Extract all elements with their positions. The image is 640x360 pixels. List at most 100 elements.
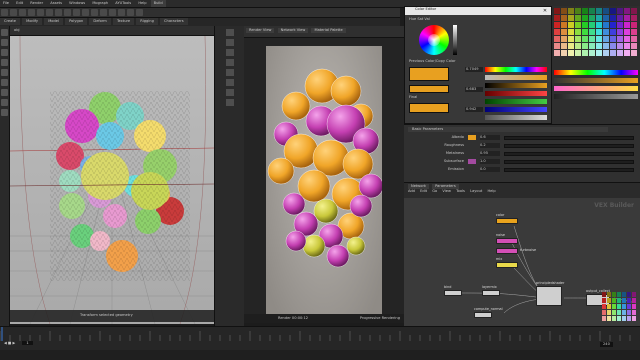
palette-swatch[interactable] (610, 22, 616, 28)
alpha-slider[interactable] (485, 115, 547, 120)
palette-swatch[interactable] (617, 304, 621, 309)
select-tool-icon[interactable] (1, 29, 8, 36)
palette-swatch[interactable] (589, 43, 595, 49)
shelf-tool-icon[interactable] (28, 9, 35, 16)
param-slider[interactable] (504, 152, 634, 156)
palette-swatch[interactable] (568, 50, 574, 56)
shelf-tool-icon[interactable] (100, 9, 107, 16)
gradient-ramp[interactable] (554, 86, 638, 91)
gradient-ramp[interactable] (554, 94, 638, 99)
palette-swatch[interactable] (603, 8, 609, 14)
view-tool-icon[interactable] (1, 89, 8, 96)
menu-help[interactable]: Help (135, 0, 149, 7)
palette-swatch[interactable] (603, 50, 609, 56)
tab-modify[interactable]: Modify (22, 18, 43, 25)
palette-swatch[interactable] (561, 29, 567, 35)
palette-swatch[interactable] (603, 36, 609, 42)
palette-swatch[interactable] (602, 292, 606, 297)
shelf-tool-icon[interactable] (109, 9, 116, 16)
move-tool-icon[interactable] (1, 39, 8, 46)
display-option-icon[interactable] (225, 79, 234, 86)
tab-network-view[interactable]: Network View (277, 28, 309, 33)
palette-swatch[interactable] (627, 316, 631, 321)
palette-swatch[interactable] (612, 304, 616, 309)
play-icon[interactable]: ▶ (12, 341, 15, 345)
palette-swatch[interactable] (631, 29, 637, 35)
blue-slider[interactable] (485, 107, 547, 112)
palette-swatch[interactable] (632, 292, 636, 297)
palette-swatch[interactable] (612, 310, 616, 315)
palette-swatch[interactable] (589, 29, 595, 35)
scene-viewport[interactable] (10, 36, 214, 324)
palette-swatch[interactable] (627, 298, 631, 303)
param-value[interactable]: 0.6 (480, 135, 500, 140)
network-editor[interactable]: VEX Builder color noise turbnoise mix bi… (404, 198, 640, 326)
shelf-tool-icon[interactable] (46, 9, 53, 16)
val-value[interactable]: 0.942 (465, 107, 483, 112)
palette-swatch[interactable] (617, 310, 621, 315)
display-option-icon[interactable] (225, 49, 234, 56)
palette-swatch[interactable] (575, 8, 581, 14)
play-back-icon[interactable]: ◀ (4, 341, 7, 345)
palette-swatch[interactable] (607, 292, 611, 297)
palette-grid[interactable] (552, 6, 640, 66)
palette-swatch[interactable] (582, 8, 588, 14)
palette-swatch[interactable] (612, 316, 616, 321)
display-option-icon[interactable] (225, 69, 234, 76)
gradient-ramp[interactable] (554, 70, 638, 75)
palette-swatch[interactable] (627, 310, 631, 315)
palette-swatch[interactable] (631, 15, 637, 21)
palette-swatch[interactable] (596, 50, 602, 56)
display-option-icon[interactable] (225, 99, 234, 106)
timeline[interactable]: ◀ ■ ▶ 1 240 (0, 326, 640, 350)
tab-deform[interactable]: Deform (89, 18, 111, 25)
param-color-swatch[interactable] (468, 135, 476, 140)
palette-swatch[interactable] (624, 43, 630, 49)
node-bind[interactable] (444, 290, 462, 296)
pose-tool-icon[interactable] (1, 79, 8, 86)
palette-swatch[interactable] (622, 310, 626, 315)
param-slider[interactable] (504, 160, 634, 164)
palette-swatch[interactable] (631, 36, 637, 42)
palette-swatch[interactable] (596, 22, 602, 28)
render-view[interactable]: Render 00:00:12 Progressive Rendering (244, 38, 404, 323)
shelf-tool-icon[interactable] (1, 9, 8, 16)
palette-swatch[interactable] (617, 50, 623, 56)
param-slider[interactable] (504, 136, 634, 140)
palette-swatch[interactable] (610, 36, 616, 42)
palette-swatch[interactable] (575, 15, 581, 21)
node-color-palette[interactable] (600, 290, 640, 324)
param-value[interactable]: 0.2 (480, 143, 500, 148)
palette-swatch[interactable] (568, 8, 574, 14)
palette-swatch[interactable] (632, 316, 636, 321)
palette-swatch[interactable] (632, 298, 636, 303)
tab-render-view[interactable]: Render View (246, 28, 275, 33)
palette-swatch[interactable] (582, 15, 588, 21)
palette-swatch[interactable] (582, 36, 588, 42)
net-menu-tools[interactable]: Tools (456, 189, 465, 193)
palette-swatch[interactable] (610, 43, 616, 49)
shelf-tool-icon[interactable] (136, 9, 143, 16)
palette-swatch[interactable] (607, 304, 611, 309)
palette-swatch[interactable] (582, 50, 588, 56)
palette-swatch[interactable] (610, 8, 616, 14)
menu-windows[interactable]: Windows (66, 0, 88, 7)
palette-swatch[interactable] (631, 43, 637, 49)
palette-swatch[interactable] (596, 15, 602, 21)
palette-swatch[interactable] (617, 43, 623, 49)
palette-swatch[interactable] (617, 22, 623, 28)
param-slider[interactable] (504, 144, 634, 148)
param-color-swatch[interactable] (468, 159, 476, 164)
net-menu-edit[interactable]: Edit (420, 189, 427, 193)
param-value[interactable]: 1.0 (480, 159, 500, 164)
palette-swatch[interactable] (617, 298, 621, 303)
tab-material-palette[interactable]: Material Palette (311, 28, 346, 33)
palette-swatch[interactable] (622, 316, 626, 321)
palette-swatch[interactable] (596, 43, 602, 49)
palette-swatch[interactable] (617, 29, 623, 35)
palette-swatch[interactable] (561, 8, 567, 14)
tab-texture[interactable]: Texture (112, 18, 135, 25)
workspace-selector[interactable]: Build (150, 0, 166, 7)
value-strip[interactable] (453, 25, 457, 55)
viewport-path[interactable]: obj (14, 28, 19, 32)
